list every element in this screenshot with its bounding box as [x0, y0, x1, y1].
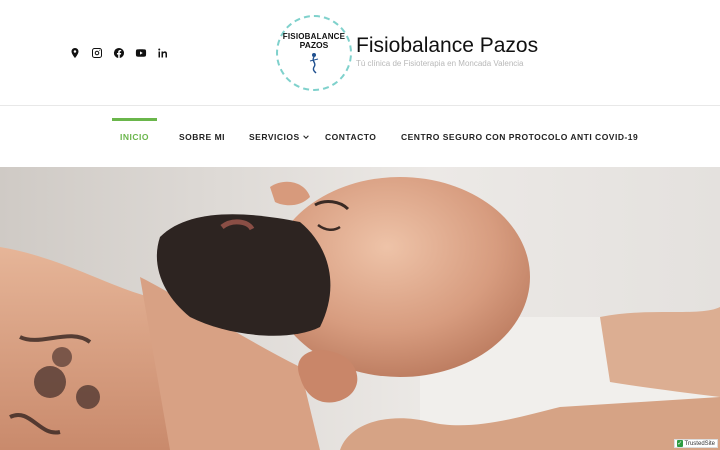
instagram-icon[interactable] — [90, 46, 103, 59]
hero-photo-illustration — [0, 167, 720, 450]
linkedin-icon[interactable] — [156, 46, 169, 59]
nav-item-centro-seguro[interactable]: CENTRO SEGURO CON PROTOCOLO ANTI COVID-1… — [401, 106, 638, 167]
nav-item-contacto[interactable]: CONTACTO — [325, 106, 376, 167]
site-tagline: Tú clínica de Fisioterapia en Moncada Va… — [356, 59, 524, 68]
nav-item-label: SERVICIOS — [249, 131, 300, 142]
nav-item-label: CENTRO SEGURO CON PROTOCOLO ANTI COVID-1… — [401, 131, 639, 142]
nav-item-label: CONTACTO — [325, 131, 377, 142]
map-pin-icon[interactable] — [68, 46, 81, 59]
logo-figure-icon — [309, 53, 319, 74]
site-title[interactable]: Fisiobalance Pazos — [356, 34, 538, 58]
logo-text-line2: PAZOS — [299, 40, 329, 50]
site-header: FISIOBALANCE PAZOS Fisiobalance Pazos Tú… — [0, 0, 720, 105]
facebook-icon[interactable] — [112, 46, 125, 59]
chevron-down-icon — [302, 134, 309, 139]
badge-label: TrustedSite — [684, 440, 715, 447]
site-logo[interactable]: FISIOBALANCE PAZOS — [276, 15, 352, 91]
youtube-icon[interactable] — [134, 46, 147, 59]
active-indicator — [112, 118, 157, 121]
social-links — [68, 46, 169, 59]
check-icon: ✓ — [677, 440, 683, 447]
main-navigation: INICIO SOBRE MI SERVICIOS CONTACTO CENTR… — [0, 106, 720, 167]
trustedsite-badge[interactable]: ✓ TrustedSite — [674, 439, 718, 448]
nav-item-servicios[interactable]: SERVICIOS — [249, 106, 309, 167]
nav-item-inicio[interactable]: INICIO — [112, 106, 157, 167]
nav-item-label: INICIO — [120, 131, 149, 142]
hero-image: ✓ TrustedSite — [0, 167, 720, 450]
nav-item-label: SOBRE MI — [179, 131, 226, 142]
nav-item-sobre-mi[interactable]: SOBRE MI — [179, 106, 225, 167]
